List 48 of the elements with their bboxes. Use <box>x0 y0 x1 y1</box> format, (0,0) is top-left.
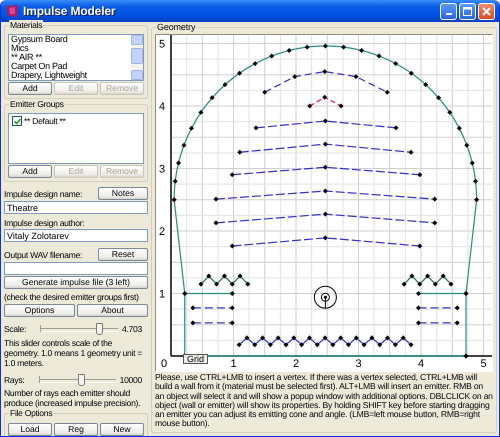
hint-text: (check the desired emitter groups first) <box>4 292 140 302</box>
notes-button[interactable]: Notes <box>98 187 148 200</box>
file-button[interactable]: New <box>100 423 144 436</box>
slider-description: This slider controls scale of the geometry. 1.0 means 1 geometry unit = 1.0 meters. <box>4 338 144 368</box>
axis-label: 5 <box>480 358 486 370</box>
field-label: Impulse design name: <box>4 188 82 198</box>
list-item[interactable]: ** AIR ** <box>11 53 131 62</box>
axis-label: 4 <box>159 101 165 113</box>
group-title: Materials <box>9 20 44 31</box>
materials-list[interactable]: Gypsum Board Mics ** AIR ** Carpet On Pad Drapery, Lightweight <box>8 34 144 81</box>
slider-reading: 10000 <box>120 374 143 384</box>
input-field[interactable]: Vitaly Zolotarev <box>4 229 148 242</box>
list-item[interactable]: Gypsum Board <box>11 35 131 44</box>
list-button[interactable]: Add <box>8 165 52 178</box>
list-button[interactable]: Add <box>8 82 52 95</box>
axis-label: 1 <box>230 358 236 370</box>
axis-label: 3 <box>159 164 165 176</box>
slider-reading: 4.703 <box>122 324 143 334</box>
slider-label: Scale: <box>4 324 28 334</box>
list-item[interactable]: Drapery, Lightweight <box>11 71 131 80</box>
help-text: Please, use CTRL+LMB to insert a vertex. If there was a vertex selected, CTRL+LMB will build a wall from it (material must be selected first). ALT+LMB will insert an emitter. RMB on an object will select it and will show a popup window with additional options. DBLCLICK on an object (wall or emitter) will show its properties. By holding SHIFT key before starting dragging an emitter you can adjust its emitting cone and angle. (LMB=left mouse button, RMB=right mouse button). <box>155 373 493 429</box>
axis-label: 0 <box>161 358 167 370</box>
axis-label: 5 <box>159 38 165 50</box>
dialog-button[interactable]: About <box>77 304 148 317</box>
generate-button[interactable]: Generate impulse file (3 left) <box>4 276 148 289</box>
axis-label: 2 <box>159 226 165 238</box>
reset-button[interactable]: Reset <box>98 248 148 261</box>
axis-label: 2 <box>293 358 299 370</box>
group-title: Geometry <box>156 22 196 33</box>
slider-label: Rays: <box>4 374 26 384</box>
axis-label: 3 <box>356 358 362 370</box>
list-item[interactable]: Mics <box>11 44 131 53</box>
emitter-list[interactable]: ** Default ** <box>8 113 144 164</box>
axis-label: 4 <box>418 358 424 370</box>
field-label: Impulse design author: <box>4 218 86 228</box>
window-title: Impulse Modeler <box>23 4 116 18</box>
field-label: Output WAV filename: <box>4 250 82 260</box>
file-button[interactable]: Reg <box>54 423 98 436</box>
group-title: File Options <box>9 408 54 419</box>
grid-button[interactable]: Grid <box>183 354 208 364</box>
input-field[interactable]: Theatre <box>4 201 148 214</box>
file-button[interactable]: Load <box>8 423 52 436</box>
dialog-button[interactable]: Options <box>4 304 75 317</box>
axis-label: 1 <box>159 288 165 300</box>
slider-description: Number of rays each emitter should produce (increased impulse precision). <box>4 388 142 408</box>
list-item[interactable]: ** Default ** <box>24 116 66 126</box>
list-item[interactable]: Carpet On Pad <box>11 62 131 71</box>
group-title: Emitter Groups <box>9 99 65 110</box>
